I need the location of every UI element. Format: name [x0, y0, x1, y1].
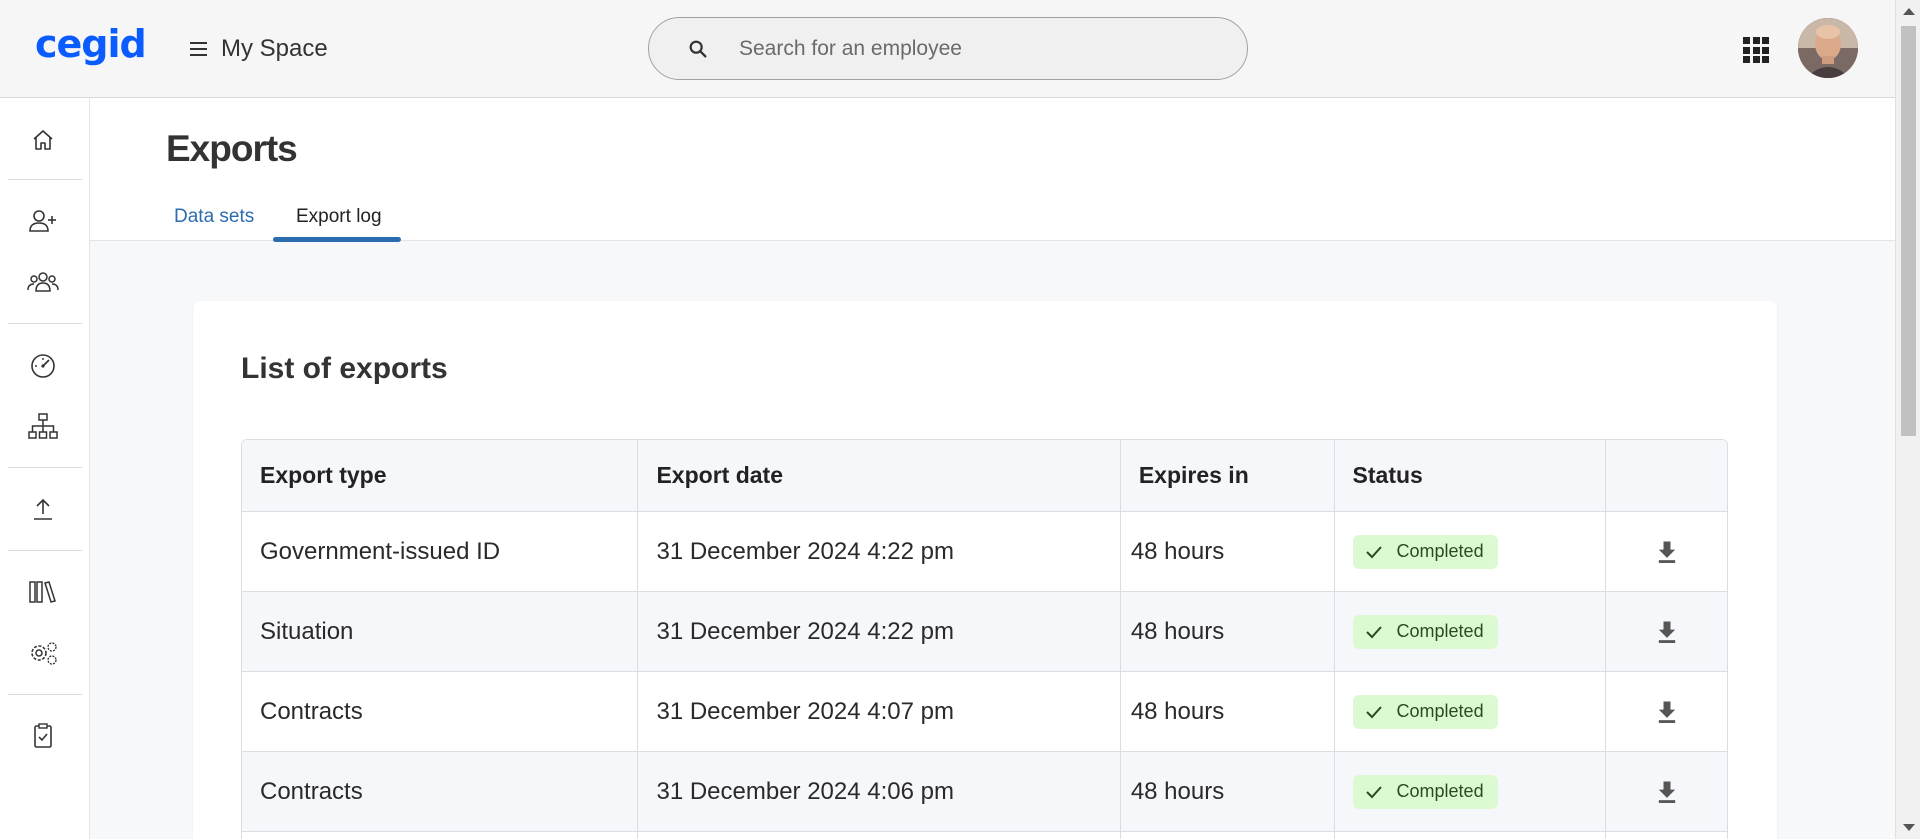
status-label: Completed [1396, 701, 1484, 721]
download-icon[interactable] [1653, 778, 1681, 806]
space-title: My Space [221, 35, 328, 62]
library-icon[interactable] [25, 574, 61, 610]
export-type-cell: Government-issued ID [242, 512, 639, 591]
group-icon[interactable] [25, 264, 61, 300]
status-cell: Completed [1335, 512, 1607, 591]
export-date-cell: 31 December 2024 4:22 pm [638, 512, 1121, 591]
export-date-cell: 31 December 2024 4:06 pm [638, 752, 1121, 831]
nav-divider [8, 550, 82, 551]
home-icon[interactable] [25, 122, 61, 158]
card-title: List of exports [241, 352, 448, 385]
column-header-actions [1606, 440, 1727, 511]
check-icon [1365, 785, 1382, 798]
top-bar: cegid My Space [0, 0, 1895, 98]
gears-icon[interactable] [25, 635, 61, 671]
table-row: Contracts 31 December 2024 4:07 pm 48 ho… [242, 672, 1727, 752]
export-date-cell: 31 December 2024 4:07 pm [638, 672, 1121, 751]
page-scrollbar[interactable] [1895, 0, 1920, 839]
status-badge: Completed [1352, 614, 1498, 649]
column-header-export-date: Export date [638, 440, 1121, 511]
status-cell: Completed [1335, 672, 1607, 751]
clipboard-check-icon[interactable] [25, 718, 61, 754]
download-cell [1606, 592, 1727, 671]
column-header-status: Status [1335, 440, 1607, 511]
table-row-partial [242, 832, 1727, 839]
check-icon [1365, 545, 1382, 558]
hamburger-icon [190, 42, 207, 56]
tab-export-log[interactable]: Export log [296, 206, 382, 228]
column-header-export-type: Export type [242, 440, 639, 511]
scroll-up-icon[interactable] [1903, 8, 1915, 15]
grid-apps-icon[interactable] [1743, 37, 1769, 63]
page-header: Exports Data sets Export log [90, 98, 1895, 242]
nav-divider [8, 467, 82, 468]
scrollbar-thumb[interactable] [1901, 26, 1916, 436]
exports-card: List of exports Export type Export date … [193, 301, 1777, 839]
status-label: Completed [1396, 541, 1484, 561]
table-row: Contracts 31 December 2024 4:06 pm 48 ho… [242, 752, 1727, 832]
page-title: Exports [166, 128, 298, 169]
download-icon[interactable] [1653, 618, 1681, 646]
upload-icon[interactable] [25, 491, 61, 527]
nav-divider [8, 179, 82, 180]
expires-in-cell: 48 hours [1121, 672, 1335, 751]
status-badge: Completed [1352, 534, 1498, 569]
cegid-logo[interactable]: cegid [35, 22, 147, 66]
download-icon[interactable] [1653, 698, 1681, 726]
status-badge: Completed [1352, 774, 1498, 809]
status-label: Completed [1396, 781, 1484, 801]
person-add-icon[interactable] [25, 203, 61, 239]
export-type-cell: Contracts [242, 752, 639, 831]
nav-divider [8, 323, 82, 324]
status-label: Completed [1396, 621, 1484, 641]
download-cell [1606, 752, 1727, 831]
column-header-expires-in: Expires in [1121, 440, 1335, 511]
download-cell [1606, 672, 1727, 751]
download-icon[interactable] [1653, 538, 1681, 566]
export-type-cell: Situation [242, 592, 639, 671]
expires-in-cell: 48 hours [1121, 512, 1335, 591]
check-icon [1365, 705, 1382, 718]
status-cell: Completed [1335, 752, 1607, 831]
export-date-cell: 31 December 2024 4:22 pm [638, 592, 1121, 671]
table-row: Situation 31 December 2024 4:22 pm 48 ho… [242, 592, 1727, 672]
user-avatar[interactable] [1798, 18, 1858, 78]
search-icon [689, 40, 707, 58]
speedometer-icon[interactable] [25, 347, 61, 383]
search-input[interactable] [739, 36, 1219, 61]
exports-table: Export type Export date Expires in Statu… [241, 439, 1728, 839]
nav-divider [8, 694, 82, 695]
expires-in-cell: 48 hours [1121, 752, 1335, 831]
download-cell [1606, 512, 1727, 591]
org-chart-icon[interactable] [25, 408, 61, 444]
table-header-row: Export type Export date Expires in Statu… [242, 440, 1727, 512]
export-type-cell: Contracts [242, 672, 639, 751]
status-badge: Completed [1352, 694, 1498, 729]
employee-search [648, 17, 1248, 80]
table-row: Government-issued ID 31 December 2024 4:… [242, 512, 1727, 592]
active-tab-indicator [273, 237, 401, 242]
scroll-down-icon[interactable] [1903, 824, 1915, 831]
avatar-image [1798, 18, 1858, 78]
expires-in-cell: 48 hours [1121, 592, 1335, 671]
side-nav [0, 98, 90, 839]
tab-data-sets[interactable]: Data sets [174, 206, 254, 228]
menu-button[interactable]: My Space [190, 30, 328, 68]
check-icon [1365, 625, 1382, 638]
status-cell: Completed [1335, 592, 1607, 671]
